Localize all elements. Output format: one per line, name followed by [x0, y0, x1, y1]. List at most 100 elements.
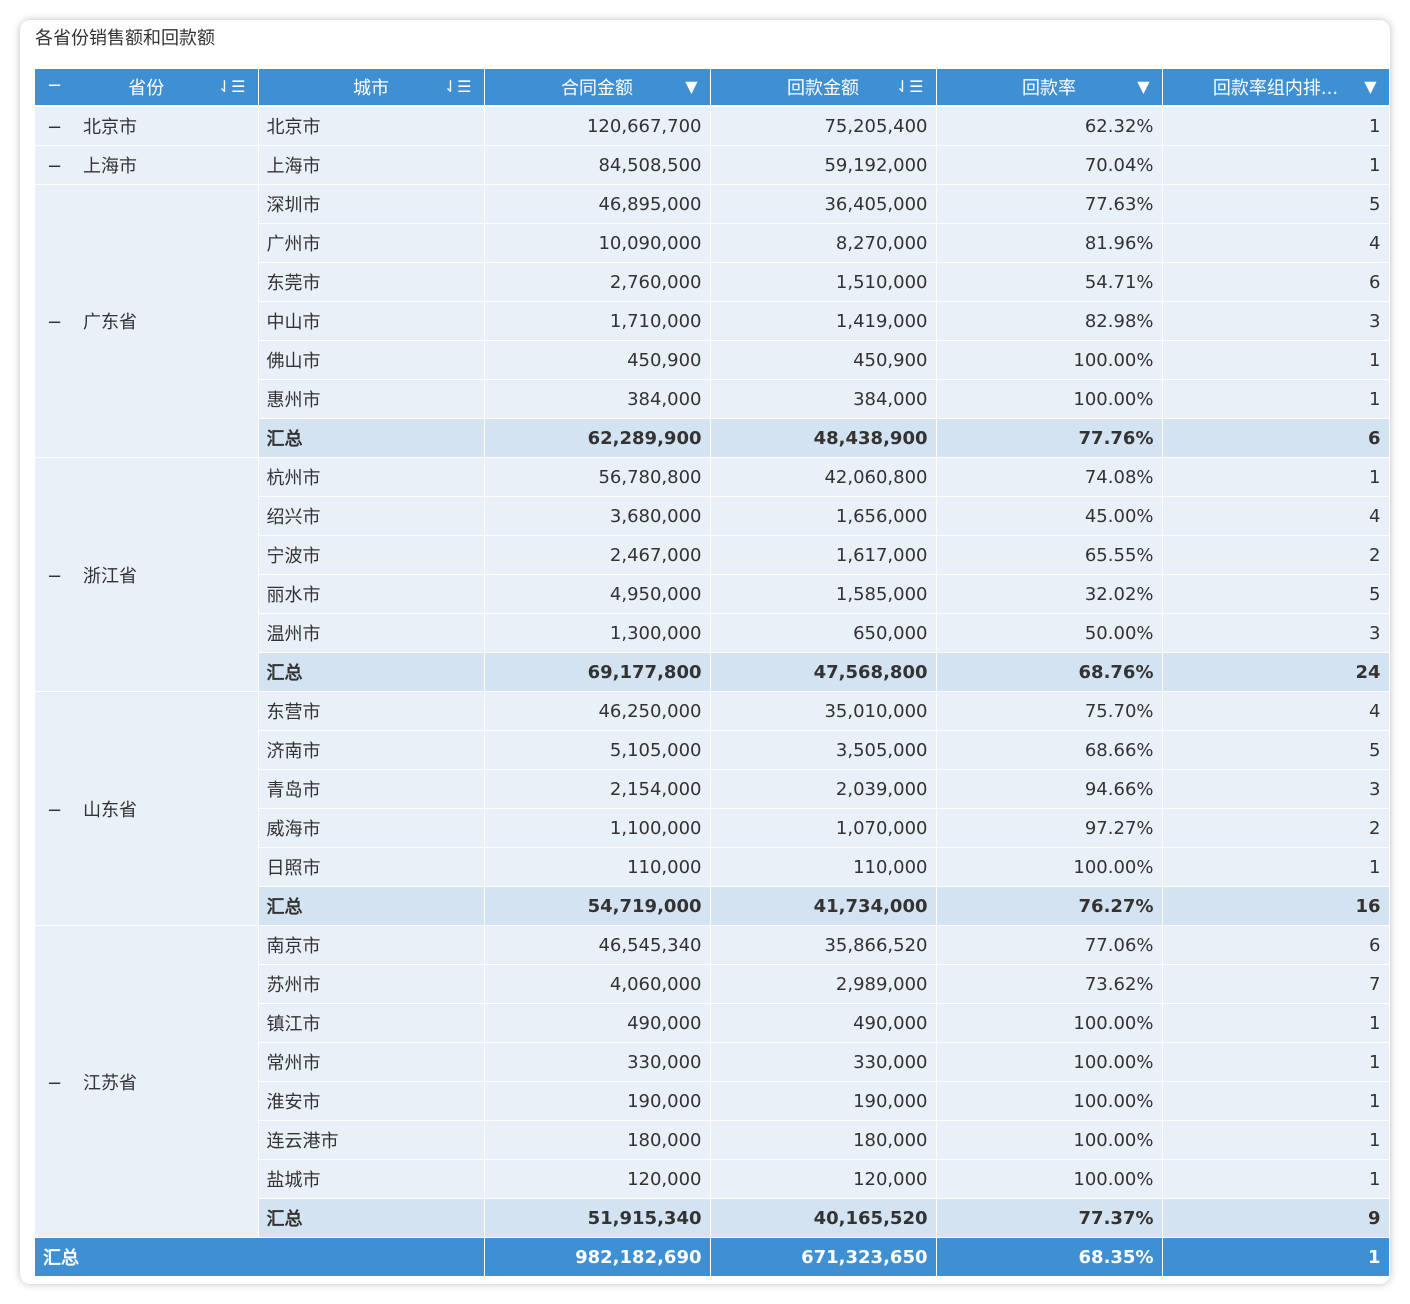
rank-cell: 1 — [1162, 1003, 1390, 1043]
city-cell: 深圳市 — [258, 184, 485, 224]
rank-cell: 1 — [1162, 1042, 1390, 1082]
payment-cell: 3,505,000 — [710, 730, 937, 770]
rank-cell: 4 — [1162, 496, 1390, 536]
rate-cell: 54.71% — [936, 262, 1163, 302]
rank-cell: 4 — [1162, 691, 1390, 731]
sort-icon[interactable]: ⇃☰ — [444, 77, 472, 96]
header-payment[interactable]: 回款金额 ⇃☰ — [710, 69, 937, 106]
subtotal-payment: 41,734,000 — [710, 886, 937, 926]
province-cell: − 山东省 — [35, 691, 259, 926]
rate-cell: 100.00% — [936, 847, 1163, 887]
contract-cell: 1,710,000 — [484, 301, 711, 341]
dropdown-triangle-icon[interactable]: ▼ — [1137, 77, 1149, 96]
payment-cell: 1,070,000 — [710, 808, 937, 848]
contract-cell: 3,680,000 — [484, 496, 711, 536]
header-city[interactable]: 城市 ⇃☰ — [258, 69, 485, 106]
city-cell: 济南市 — [258, 730, 485, 770]
rate-cell: 77.06% — [936, 925, 1163, 965]
collapse-minus-icon[interactable]: − — [47, 800, 69, 821]
province-label: 上海市 — [83, 156, 137, 177]
rank-cell: 5 — [1162, 730, 1390, 770]
province-cell: − 浙江省 — [35, 457, 259, 692]
grand-total-label: 汇总 — [35, 1237, 485, 1277]
rank-cell: 1 — [1162, 1081, 1390, 1121]
payment-cell: 1,656,000 — [710, 496, 937, 536]
rate-cell: 32.02% — [936, 574, 1163, 614]
header-city-label: 城市 — [353, 78, 389, 99]
payment-cell: 110,000 — [710, 847, 937, 887]
city-cell: 威海市 — [258, 808, 485, 848]
subtotal-contract: 54,719,000 — [484, 886, 711, 926]
dropdown-triangle-icon[interactable]: ▼ — [685, 77, 697, 96]
province-label: 江苏省 — [83, 1072, 137, 1094]
payment-cell: 2,039,000 — [710, 769, 937, 809]
subtotal-rate: 77.76% — [936, 418, 1163, 458]
contract-cell: 1,100,000 — [484, 808, 711, 848]
subtotal-payment: 40,165,520 — [710, 1198, 937, 1238]
rank-cell: 5 — [1162, 574, 1390, 614]
contract-cell: 2,467,000 — [484, 535, 711, 575]
collapse-minus-icon[interactable]: − — [47, 156, 69, 177]
header-province[interactable]: − 省份 ⇃☰ — [35, 69, 259, 106]
rank-cell: 1 — [1162, 847, 1390, 887]
collapse-minus-icon[interactable]: − — [47, 312, 69, 333]
collapse-minus-icon[interactable]: − — [47, 75, 62, 96]
city-cell: 盐城市 — [258, 1159, 485, 1199]
payment-cell: 1,585,000 — [710, 574, 937, 614]
rate-cell: 50.00% — [936, 613, 1163, 653]
header-rate-label: 回款率 — [1022, 78, 1076, 99]
contract-cell: 120,667,700 — [484, 106, 711, 146]
province-label: 北京市 — [83, 117, 137, 138]
contract-cell: 46,895,000 — [484, 184, 711, 224]
payment-cell: 1,510,000 — [710, 262, 937, 302]
rank-cell: 4 — [1162, 223, 1390, 263]
city-cell: 丽水市 — [258, 574, 485, 614]
collapse-minus-icon[interactable]: − — [47, 117, 69, 138]
contract-cell: 5,105,000 — [484, 730, 711, 770]
city-cell: 苏州市 — [258, 964, 485, 1004]
city-cell: 青岛市 — [258, 769, 485, 809]
header-contract[interactable]: 合同金额 ▼ — [484, 69, 711, 106]
grand-total-rank: 1 — [1162, 1237, 1390, 1277]
collapse-minus-icon[interactable]: − — [47, 1073, 69, 1094]
payment-cell: 1,617,000 — [710, 535, 937, 575]
subtotal-contract: 51,915,340 — [484, 1198, 711, 1238]
rate-cell: 100.00% — [936, 379, 1163, 419]
header-rate[interactable]: 回款率 ▼ — [936, 69, 1163, 106]
rate-cell: 77.63% — [936, 184, 1163, 224]
rank-cell: 1 — [1162, 145, 1390, 185]
rank-cell: 6 — [1162, 925, 1390, 965]
city-cell: 温州市 — [258, 613, 485, 653]
table-row: − 北京市 北京市 120,667,700 75,205,400 62.32% 1 — [35, 106, 1390, 146]
rate-cell: 74.08% — [936, 457, 1163, 497]
collapse-minus-icon[interactable]: − — [47, 566, 69, 587]
sort-icon[interactable]: ⇃☰ — [218, 77, 246, 96]
rank-cell: 1 — [1162, 106, 1390, 146]
city-cell: 惠州市 — [258, 379, 485, 419]
payment-cell: 36,405,000 — [710, 184, 937, 224]
dropdown-triangle-icon[interactable]: ▼ — [1364, 77, 1376, 96]
card-title: 各省份销售额和回款额 — [35, 28, 215, 49]
contract-cell: 490,000 — [484, 1003, 711, 1043]
sort-icon[interactable]: ⇃☰ — [896, 77, 924, 96]
pivot-table-card: 各省份销售额和回款额 − 省份 ⇃☰ 城市 ⇃☰ 合同金额 ▼ 回款金额 ⇃☰ … — [20, 20, 1390, 1284]
header-payment-label: 回款金额 — [787, 78, 859, 99]
rate-cell: 82.98% — [936, 301, 1163, 341]
contract-cell: 4,950,000 — [484, 574, 711, 614]
header-rank[interactable]: 回款率组内排... ▼ — [1162, 69, 1390, 106]
payment-cell: 1,419,000 — [710, 301, 937, 341]
subtotal-rate: 77.37% — [936, 1198, 1163, 1238]
contract-cell: 56,780,800 — [484, 457, 711, 497]
contract-cell: 2,760,000 — [484, 262, 711, 302]
rate-cell: 73.62% — [936, 964, 1163, 1004]
rate-cell: 100.00% — [936, 1003, 1163, 1043]
grand-total-payment: 671,323,650 — [710, 1237, 937, 1277]
province-cell: − 江苏省 — [35, 925, 259, 1238]
rank-cell: 3 — [1162, 769, 1390, 809]
rank-cell: 1 — [1162, 457, 1390, 497]
province-label: 山东省 — [83, 799, 137, 821]
payment-cell: 384,000 — [710, 379, 937, 419]
city-cell: 绍兴市 — [258, 496, 485, 536]
contract-cell: 1,300,000 — [484, 613, 711, 653]
header-contract-label: 合同金额 — [561, 78, 633, 99]
